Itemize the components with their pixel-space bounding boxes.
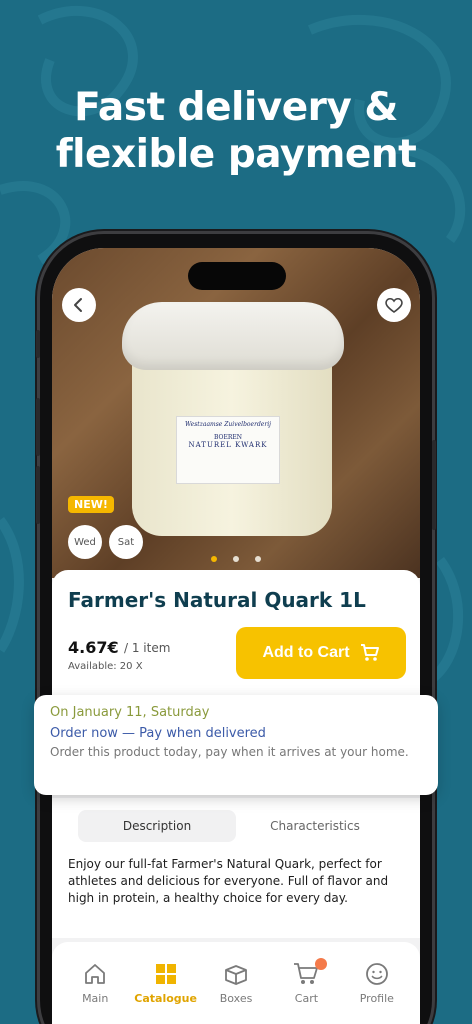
cart-badge <box>315 958 328 970</box>
add-to-cart-button[interactable]: Add to Cart <box>236 627 406 679</box>
chevron-left-icon <box>74 298 82 312</box>
price-unit: / 1 item <box>124 641 171 655</box>
back-button[interactable] <box>62 288 96 322</box>
nav-item-boxes[interactable]: Boxes <box>201 962 271 1024</box>
nav-label: Profile <box>359 992 394 1005</box>
product-title: Farmer's Natural Quark 1L <box>68 588 366 612</box>
nav-label: Boxes <box>219 992 253 1005</box>
home-icon <box>85 964 106 984</box>
new-badge: NEW! <box>68 496 114 513</box>
carousel-dot[interactable] <box>255 556 261 562</box>
product-price: 4.67€ <box>68 638 119 657</box>
nav-item-catalogue[interactable]: Catalogue <box>130 962 200 1024</box>
nav-item-main[interactable]: Main <box>60 962 130 1024</box>
app-screen: Westzaamse Zuivelboerderij BOEREN NATURE… <box>52 248 420 1024</box>
nav-item-profile[interactable]: Profile <box>342 962 412 1024</box>
product-details: Description Characteristics Enjoy our fu… <box>52 798 420 938</box>
add-to-cart-label: Add to Cart <box>262 644 350 661</box>
phone-mute-button <box>36 330 40 358</box>
box-icon <box>225 965 247 985</box>
bottom-navigation: Main Catalogue Boxes Cart Profile <box>52 942 420 1024</box>
promo-headline: Fast delivery & flexible payment <box>0 84 472 178</box>
delivery-date: On January 11, Saturday <box>50 705 210 720</box>
delivery-day-chip: Sat <box>109 525 143 559</box>
order-pay-info: Order now — Pay when delivered <box>50 726 266 741</box>
carousel-indicator[interactable] <box>211 556 261 562</box>
nav-label: Cart <box>294 992 319 1005</box>
product-description: Enjoy our full-fat Farmer's Natural Quar… <box>68 857 389 905</box>
availability: Available: 20 X <box>68 661 143 672</box>
nav-label: Catalogue <box>134 992 197 1005</box>
tab-description[interactable]: Description <box>78 810 236 842</box>
delivery-day-chip: Wed <box>68 525 102 559</box>
detail-tabs: Description Characteristics <box>78 810 394 842</box>
promo-headline-line-1: Fast delivery & <box>74 85 398 130</box>
promo-headline-line-2: flexible payment <box>55 132 417 177</box>
product-info-card: Farmer's Natural Quark 1L 4.67€ / 1 item… <box>52 570 420 710</box>
grid-icon <box>155 964 176 984</box>
product-photo: Westzaamse Zuivelboerderij BOEREN NATURE… <box>52 248 420 578</box>
smiley-icon <box>365 963 388 985</box>
delivery-info-popup: On January 11, Saturday Order now — Pay … <box>34 695 438 795</box>
carousel-dot[interactable] <box>211 556 217 562</box>
phone-volume-up-button <box>36 398 40 456</box>
carousel-dot[interactable] <box>233 556 239 562</box>
order-pay-description: Order this product today, pay when it ar… <box>50 745 409 759</box>
nav-item-cart[interactable]: Cart <box>271 958 341 1024</box>
nav-label: Main <box>82 992 109 1005</box>
dynamic-island <box>188 262 286 290</box>
favorite-button[interactable] <box>377 288 411 322</box>
product-tub-lid <box>122 302 344 370</box>
product-label: Westzaamse Zuivelboerderij BOEREN NATURE… <box>176 416 280 484</box>
tab-characteristics[interactable]: Characteristics <box>236 810 394 842</box>
phone-volume-down-button <box>36 466 40 524</box>
phone-power-button <box>432 440 436 530</box>
cart-icon <box>360 644 379 661</box>
heart-icon <box>385 297 403 313</box>
